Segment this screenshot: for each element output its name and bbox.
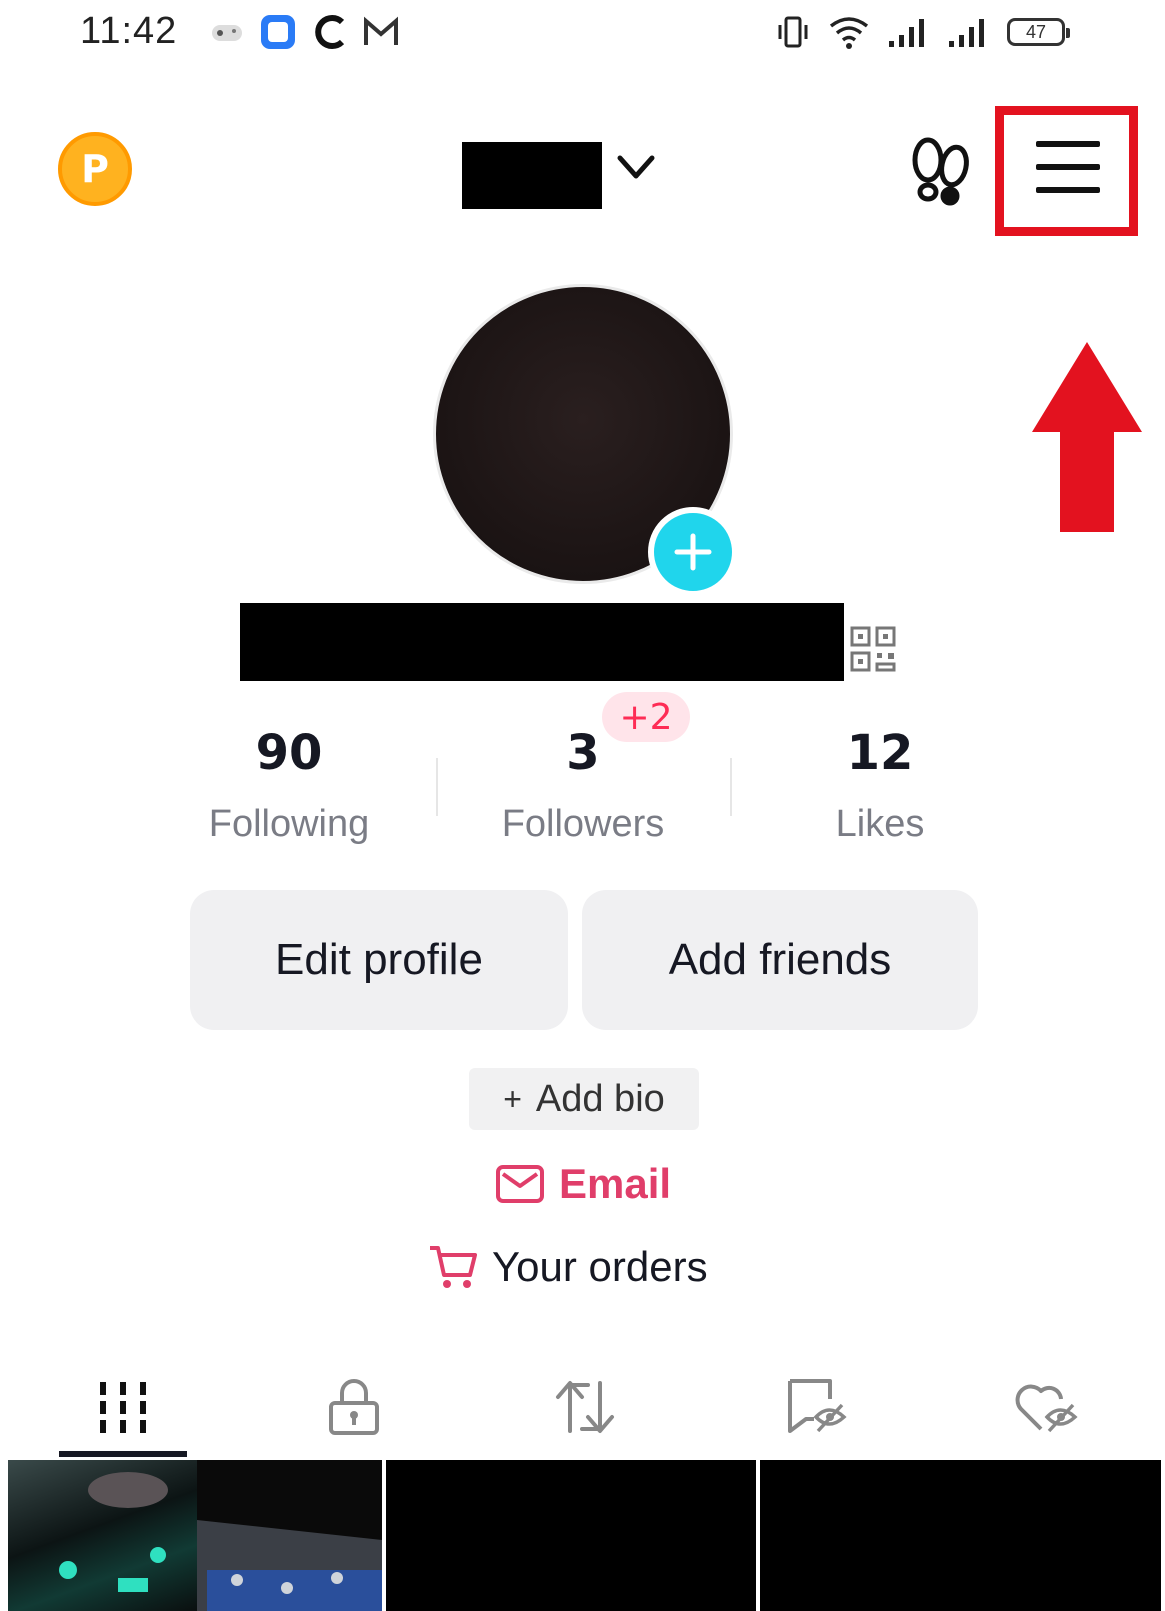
- tab-reposts[interactable]: [515, 1355, 655, 1459]
- system-icons: 47: [775, 12, 1070, 52]
- status-time: 11:42: [80, 10, 178, 52]
- likes-count: 12: [846, 725, 914, 781]
- lock-icon: [329, 1379, 379, 1435]
- vibrate-icon: [778, 16, 808, 48]
- signal-icon-1: [889, 19, 924, 47]
- tab-liked[interactable]: [976, 1355, 1116, 1459]
- battery-icon: 47: [1007, 18, 1070, 46]
- gmail-icon: [364, 16, 398, 45]
- video-thumbnail[interactable]: [760, 1460, 1161, 1611]
- add-bio-label: Add bio: [535, 1077, 665, 1120]
- status-bar: 11:42 47: [0, 0, 1165, 70]
- video-thumbnail[interactable]: [386, 1460, 756, 1611]
- video-thumbnail-image: [197, 1520, 382, 1611]
- wifi-icon: [829, 17, 869, 49]
- tab-videos[interactable]: [53, 1355, 193, 1459]
- add-bio-button[interactable]: + Add bio: [469, 1068, 699, 1130]
- add-bio-plus: +: [503, 1080, 522, 1117]
- tab-favorites[interactable]: [746, 1355, 886, 1459]
- email-link[interactable]: Email: [495, 1155, 671, 1213]
- following-count: 90: [255, 725, 323, 781]
- add-avatar-button[interactable]: [648, 507, 738, 597]
- following-label: Following: [208, 803, 370, 845]
- arrow-up-icon: [1032, 342, 1142, 532]
- signal-icon-2: [949, 19, 984, 47]
- footprint-icon[interactable]: [908, 136, 972, 206]
- likes-label: Likes: [835, 803, 925, 845]
- stat-divider: [730, 758, 732, 816]
- qr-code-icon[interactable]: [850, 626, 896, 672]
- followers-label: Followers: [501, 803, 665, 845]
- display-name-redacted: [240, 603, 844, 681]
- active-tab-indicator: [59, 1451, 187, 1457]
- video-grid: [8, 1460, 1161, 1611]
- plus-icon: [674, 533, 712, 571]
- tab-private[interactable]: [284, 1355, 424, 1459]
- cart-icon: [430, 1246, 477, 1288]
- your-orders-label: Your orders: [492, 1243, 708, 1290]
- video-thumbnail[interactable]: [197, 1460, 382, 1611]
- chevron-down-icon[interactable]: [614, 150, 658, 186]
- add-friends-button[interactable]: Add friends: [582, 890, 978, 1030]
- coin-rewards-button[interactable]: P: [58, 132, 132, 206]
- hamburger-menu-icon[interactable]: [1036, 141, 1100, 195]
- account-switcher-redacted[interactable]: [462, 142, 602, 209]
- app-square-icon: [261, 15, 295, 49]
- envelope-icon: [496, 1165, 544, 1203]
- notification-icons: [210, 12, 400, 52]
- content-tabs: [0, 1355, 1165, 1459]
- game-controller-icon: [212, 25, 242, 41]
- stat-following[interactable]: 90 Following: [159, 725, 419, 846]
- new-followers-badge: +2: [602, 692, 690, 742]
- email-label: Email: [559, 1160, 672, 1207]
- video-thumbnail-image: [59, 1472, 168, 1592]
- your-orders-link[interactable]: Your orders: [428, 1238, 708, 1296]
- coin-letter: P: [81, 147, 109, 191]
- stat-divider: [436, 758, 438, 816]
- repost-icon: [556, 1381, 614, 1433]
- favorites-hidden-icon: [788, 1379, 847, 1433]
- video-thumbnail[interactable]: [8, 1460, 197, 1611]
- c-app-icon: [315, 15, 345, 49]
- edit-profile-button[interactable]: Edit profile: [190, 890, 568, 1030]
- stat-followers[interactable]: 3 Followers: [453, 725, 713, 846]
- videos-grid-icon: [100, 1382, 146, 1433]
- stat-likes[interactable]: 12 Likes: [750, 725, 1010, 846]
- liked-hidden-icon: [1015, 1384, 1078, 1433]
